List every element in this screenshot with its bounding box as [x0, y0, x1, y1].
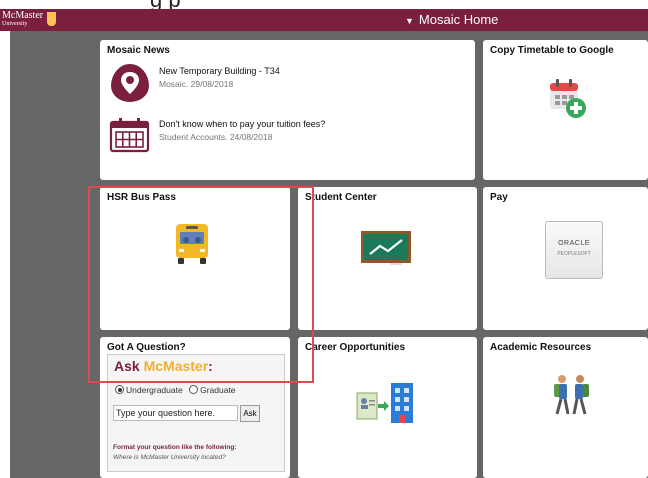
location-pin-icon	[111, 64, 149, 102]
oracle-peoplesoft-logo: ORACLE PEOPLESOFT	[545, 221, 603, 279]
ask-button[interactable]: Ask	[240, 405, 260, 422]
tile-career-opportunities[interactable]: Career Opportunities	[298, 337, 477, 478]
radio-selected-icon	[115, 385, 124, 394]
shield-icon	[47, 12, 56, 26]
peoplesoft-text: PEOPLESOFT	[557, 251, 591, 257]
level-radio-group: Undergraduate Graduate	[115, 385, 236, 395]
career-icon	[356, 383, 413, 423]
oracle-text: ORACLE	[558, 240, 590, 247]
tile-title: Copy Timetable to Google	[490, 45, 614, 56]
tile-title: Career Opportunities	[305, 342, 406, 353]
tile-mosaic-news[interactable]: Mosaic News New Temporary Building - T34…	[100, 40, 475, 180]
chalkboard-icon	[361, 231, 411, 265]
radio-unselected-icon	[189, 385, 199, 394]
news-item[interactable]: Don't know when to pay your tuition fees…	[108, 117, 468, 157]
logo-line2: University	[2, 21, 28, 27]
top-cropped-area: g p	[0, 0, 648, 12]
students-walking-icon	[554, 375, 589, 415]
tile-academic-resources[interactable]: Academic Resources	[483, 337, 648, 478]
news-meta: Student Accounts. 24/08/2018	[159, 132, 273, 142]
tile-title: Student Center	[305, 192, 377, 203]
question-input[interactable]	[113, 405, 238, 421]
header-bar: McMaster University ▼ Mosaic Home	[0, 9, 648, 31]
tile-title: Mosaic News	[107, 45, 170, 56]
format-hint-title: Format your question like the following:	[113, 444, 237, 451]
logo-line1: McMaster	[2, 10, 44, 21]
radio-undergraduate[interactable]: Undergraduate	[115, 385, 183, 395]
news-meta: Mosaic. 29/08/2018	[159, 79, 234, 89]
format-hint-example: Where is McMaster University located?	[113, 454, 226, 461]
mosaic-home-menu[interactable]: ▼ Mosaic Home	[405, 12, 498, 27]
radio-graduate[interactable]: Graduate	[189, 385, 236, 395]
tile-title: Pay	[490, 192, 508, 203]
tile-student-center[interactable]: Student Center	[298, 187, 477, 330]
news-title: Don't know when to pay your tuition fees…	[159, 119, 326, 129]
radio-label: Undergraduate	[126, 385, 183, 395]
mcmaster-logo[interactable]: McMaster University	[2, 10, 60, 30]
tile-grid: Mosaic News New Temporary Building - T34…	[10, 31, 648, 478]
news-title: New Temporary Building - T34	[159, 66, 280, 76]
calendar-icon	[109, 118, 150, 153]
calendar-add-icon	[550, 79, 586, 118]
news-item[interactable]: New Temporary Building - T34 Mosaic. 29/…	[108, 64, 468, 104]
radio-label: Graduate	[200, 385, 236, 395]
tile-title: Academic Resources	[490, 342, 592, 353]
highlight-annotation-box	[88, 186, 314, 383]
home-label: Mosaic Home	[418, 12, 499, 27]
caret-down-icon: ▼	[405, 16, 414, 26]
tile-pay[interactable]: Pay ORACLE PEOPLESOFT	[483, 187, 648, 330]
tile-copy-timetable[interactable]: Copy Timetable to Google	[483, 40, 648, 180]
